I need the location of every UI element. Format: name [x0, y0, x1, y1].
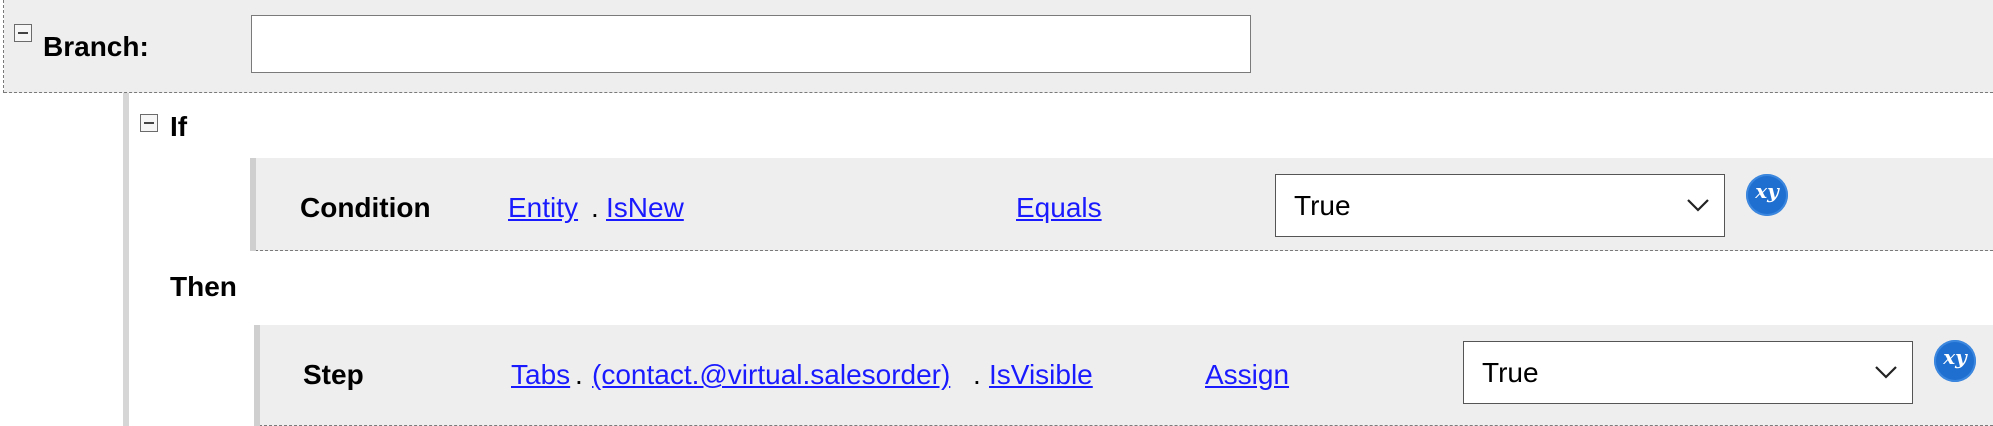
branch-name-input[interactable]	[251, 15, 1251, 73]
collapse-minus-icon[interactable]	[14, 24, 32, 42]
path-separator: .	[575, 359, 583, 390]
condition-entity-link[interactable]: Entity	[508, 194, 578, 222]
xy-variable-icon: xy	[1755, 179, 1779, 203]
step-path-link-tabs[interactable]: Tabs	[511, 361, 570, 389]
collapse-minus-icon[interactable]	[140, 114, 158, 132]
condition-field-link[interactable]: IsNew	[606, 194, 684, 222]
branch-label: Branch:	[43, 31, 149, 62]
condition-value-text: True	[1294, 190, 1351, 221]
condition-label: Condition	[300, 192, 431, 223]
step-label: Step	[303, 359, 364, 390]
step-path-link-relationship[interactable]: (contact.@virtual.salesorder)	[592, 361, 950, 389]
path-separator: .	[973, 359, 981, 390]
condition-row-bar	[250, 158, 256, 251]
xy-variable-icon: xy	[1943, 345, 1967, 369]
step-path-link-isvisible[interactable]: IsVisible	[989, 361, 1093, 389]
chevron-down-icon	[1687, 199, 1709, 212]
step-value-select[interactable]: True	[1463, 341, 1913, 404]
step-xy-variable-button[interactable]: xy	[1934, 340, 1976, 382]
branch-left-border	[3, 0, 4, 93]
then-label: Then	[170, 271, 237, 302]
chevron-down-icon	[1875, 366, 1897, 379]
step-action-link[interactable]: Assign	[1205, 361, 1289, 389]
tree-gutter-bar	[123, 93, 129, 426]
condition-xy-variable-button[interactable]: xy	[1746, 174, 1788, 216]
if-label: If	[170, 111, 188, 142]
step-row-bar	[254, 325, 260, 426]
path-separator: .	[591, 192, 599, 223]
condition-operator-link[interactable]: Equals	[1016, 194, 1102, 222]
step-value-text: True	[1482, 357, 1539, 388]
condition-value-select[interactable]: True	[1275, 174, 1725, 237]
